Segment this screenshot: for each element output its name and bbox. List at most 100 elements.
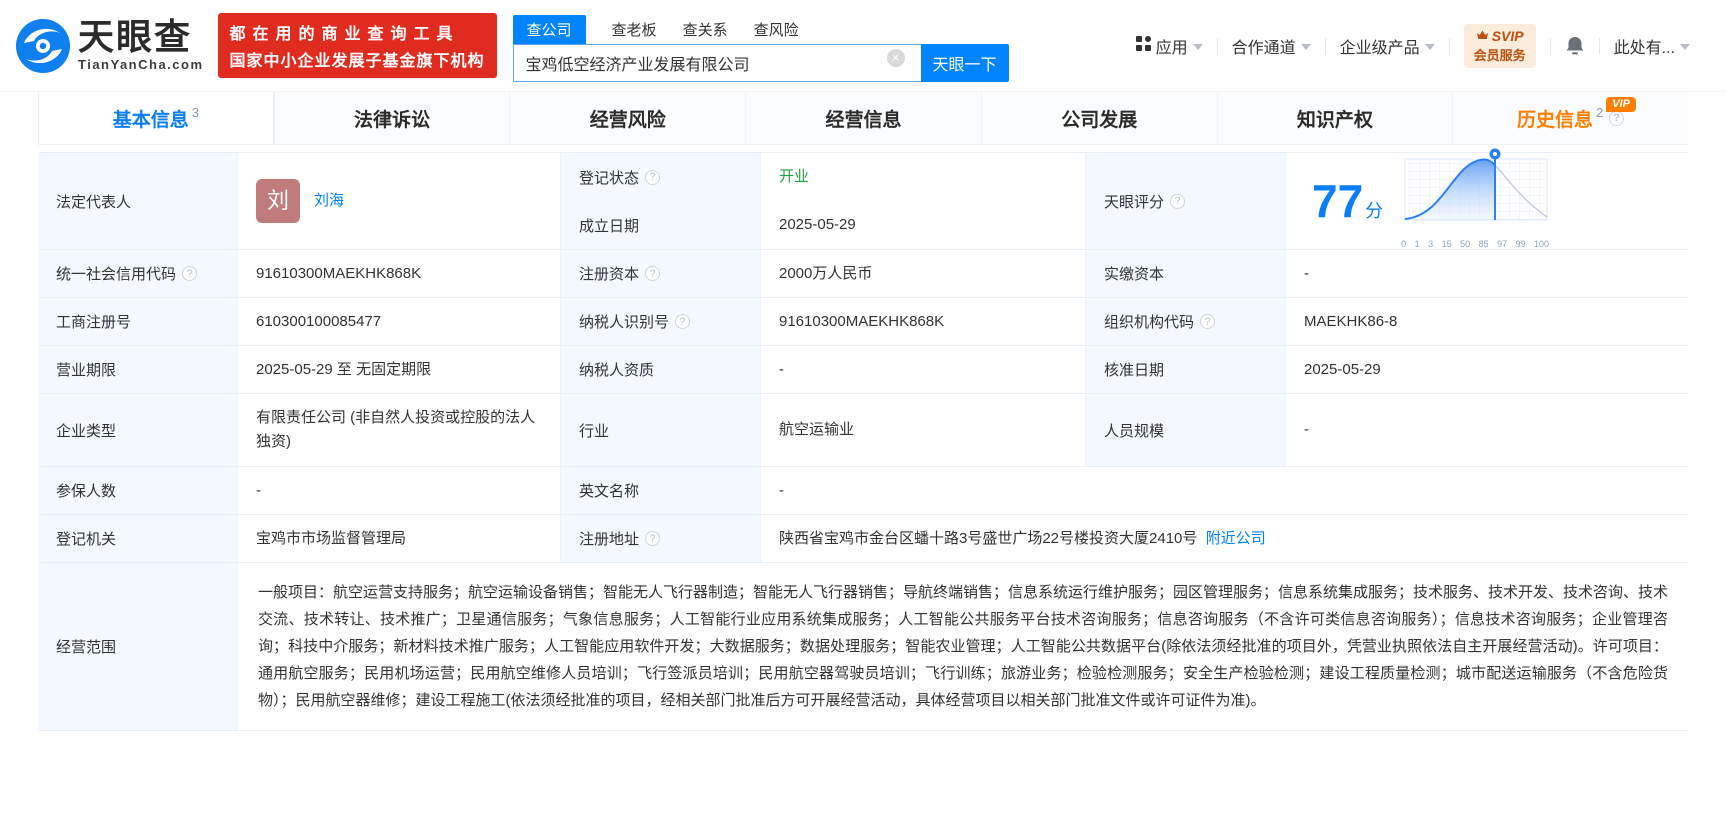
tab-business-info[interactable]: 经营信息	[745, 92, 981, 144]
help-icon[interactable]	[645, 266, 661, 281]
help-icon[interactable]	[1200, 314, 1216, 329]
org-code-value: MAEKHK86-8	[1285, 298, 1688, 345]
brand-name: 天眼查	[78, 16, 193, 57]
business-scope-label: 经营范围	[38, 563, 237, 730]
search-tab-company[interactable]: 查公司	[512, 15, 586, 44]
help-icon[interactable]	[645, 169, 661, 185]
org-code-label: 组织机构代码	[1085, 298, 1285, 345]
tianyancha-logo[interactable]: 天眼查 TianYanCha.com	[14, 17, 204, 75]
help-icon[interactable]	[1170, 193, 1186, 209]
staff-size-value: -	[1285, 394, 1688, 466]
nearby-companies-link[interactable]: 附近公司	[1206, 527, 1266, 551]
search-clear-icon[interactable]: ×	[886, 49, 905, 67]
menu-apps[interactable]: 应用	[1135, 34, 1203, 58]
divider	[1216, 37, 1218, 54]
slogan-line2: 国家中小企业发展子基金旗下机构	[229, 53, 485, 70]
search-button[interactable]: 天眼一下	[920, 44, 1009, 82]
tab-intellectual-property[interactable]: 知识产权	[1216, 92, 1453, 144]
help-icon[interactable]	[645, 531, 661, 546]
tab-legal-litigation[interactable]: 法律诉讼	[273, 92, 510, 144]
help-icon[interactable]	[1609, 110, 1625, 126]
notification-bell-icon[interactable]	[1565, 35, 1585, 57]
table-row: 工商注册号 610300100085477 纳税人识别号 91610300MAE…	[38, 298, 1688, 346]
taxpayer-qualification-label: 纳税人资质	[560, 346, 760, 393]
table-row: 经营范围 一般项目：航空运营支持服务；航空运输设备销售；智能无人飞行器制造；智能…	[38, 563, 1688, 731]
chevron-down-icon	[1680, 43, 1690, 50]
company-type-label: 企业类型	[38, 394, 237, 466]
taxpayer-id-label: 纳税人识别号	[560, 298, 760, 345]
registered-address-label: 注册地址	[560, 515, 760, 562]
legal-rep-label: 法定代表人	[38, 153, 237, 249]
registered-capital-value: 2000万人民币	[760, 250, 1085, 297]
legal-rep-name-link[interactable]: 刘海	[314, 189, 344, 213]
business-scope-text: 一般项目：航空运营支持服务；航空运输设备销售；智能无人飞行器制造；智能无人飞行器…	[237, 563, 1688, 730]
establish-date-label: 成立日期	[560, 201, 760, 249]
score-label: 天眼评分	[1085, 153, 1285, 249]
table-row: 统一社会信用代码 91610300MAEKHK868K 注册资本 2000万人民…	[38, 250, 1688, 298]
score-value: 77 分 0 1 3 15 50 85 97 99 100	[1285, 148, 1688, 249]
paidin-capital-label: 实缴资本	[1085, 250, 1285, 297]
header-menu: 应用 合作通道 企业级产品 SVIP 会员服务 此处有...	[1135, 23, 1690, 68]
search-tab-risk[interactable]: 查风险	[754, 15, 799, 44]
basic-info-table: 法定代表人 刘 刘海 登记状态 开业 天眼评分 77分	[38, 148, 1688, 731]
registered-address-value: 陕西省宝鸡市金台区蟠十路3号盛世广场22号楼投资大厦2410号 附近公司	[760, 515, 1688, 562]
table-row: 企业类型 有限责任公司 (非自然人投资或控股的法人独资) 行业 航空运输业 人员…	[38, 394, 1688, 467]
menu-enterprise-products[interactable]: 企业级产品	[1340, 34, 1435, 58]
search-input[interactable]	[512, 44, 921, 82]
tab-basic-count: 3	[191, 104, 199, 120]
search-box: 查公司 查老板 查关系 查风险 天眼一下 ×	[512, 15, 1009, 82]
divider	[1549, 37, 1551, 54]
menu-partner-channel[interactable]: 合作通道	[1232, 34, 1311, 58]
search-tab-relation[interactable]: 查关系	[683, 15, 728, 44]
establish-date-value: 2025-05-29	[760, 201, 1085, 249]
brand-domain: TianYanCha.com	[78, 57, 204, 72]
top-header: 天眼查 TianYanCha.com 都在用的商业查询工具 国家中小企业发展子基…	[0, 0, 1726, 92]
tab-basic-info[interactable]: 基本信息 3	[38, 92, 274, 144]
brand-slogan: 都在用的商业查询工具 国家中小企业发展子基金旗下机构	[217, 13, 497, 78]
score-unit: 分	[1365, 200, 1384, 221]
tab-history-info[interactable]: VIP 历史信息 2	[1452, 92, 1688, 144]
section-tabs: 基本信息 3 法律诉讼 经营风险 经营信息 公司发展 知识产权 VIP 历史信息…	[38, 92, 1688, 145]
svip-member-badge[interactable]: SVIP 会员服务	[1463, 23, 1536, 68]
chevron-down-icon	[1300, 43, 1311, 50]
staff-size-label: 人员规模	[1085, 394, 1285, 466]
tab-history-count: 2	[1596, 104, 1604, 120]
business-term-label: 营业期限	[38, 346, 237, 393]
approval-date-value: 2025-05-29	[1285, 346, 1688, 393]
insured-count-label: 参保人数	[38, 467, 237, 514]
score-number: 77	[1312, 174, 1364, 227]
business-reg-no-label: 工商注册号	[38, 298, 237, 345]
table-row: 参保人数 - 英文名称 -	[38, 467, 1688, 515]
divider	[1324, 37, 1326, 54]
divider	[1598, 37, 1600, 54]
credit-code-value: 91610300MAEKHK868K	[237, 250, 560, 297]
paidin-capital-value: -	[1285, 250, 1688, 297]
chevron-down-icon	[1424, 43, 1435, 50]
english-name-label: 英文名称	[560, 467, 760, 514]
help-icon[interactable]	[182, 266, 198, 281]
credit-code-label: 统一社会信用代码	[38, 250, 237, 297]
reg-status-value: 开业	[760, 153, 1085, 201]
business-term-value: 2025-05-29 至 无固定期限	[237, 346, 560, 393]
crown-icon	[1476, 28, 1489, 44]
registration-authority-value: 宝鸡市市场监督管理局	[237, 515, 560, 562]
taxpayer-id-value: 91610300MAEKHK868K	[760, 298, 1085, 345]
tab-company-development[interactable]: 公司发展	[980, 92, 1217, 144]
business-reg-no-value: 610300100085477	[237, 298, 560, 345]
legal-rep-value: 刘 刘海	[237, 153, 560, 249]
english-name-value: -	[760, 467, 1688, 514]
vip-badge: VIP	[1606, 97, 1636, 112]
avatar[interactable]: 刘	[256, 179, 300, 223]
insured-count-value: -	[237, 467, 560, 514]
search-tab-boss[interactable]: 查老板	[612, 15, 657, 44]
company-type-value: 有限责任公司 (非自然人投资或控股的法人独资)	[237, 394, 560, 466]
tianyancha-logo-icon	[14, 17, 72, 75]
tab-operating-risk[interactable]: 经营风险	[509, 92, 745, 144]
score-distribution-chart: 0 1 3 15 50 85 97 99 100	[1399, 147, 1551, 256]
industry-label: 行业	[560, 394, 760, 466]
help-icon[interactable]	[675, 314, 691, 329]
divider	[1448, 37, 1450, 54]
table-row: 营业期限 2025-05-29 至 无固定期限 纳税人资质 - 核准日期 202…	[38, 346, 1688, 394]
table-row: 登记机关 宝鸡市市场监督管理局 注册地址 陕西省宝鸡市金台区蟠十路3号盛世广场2…	[38, 515, 1688, 563]
menu-user-more[interactable]: 此处有...	[1614, 34, 1690, 58]
